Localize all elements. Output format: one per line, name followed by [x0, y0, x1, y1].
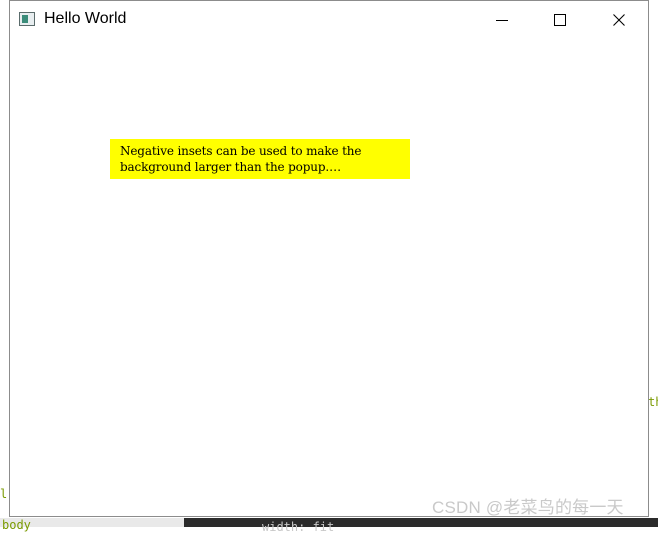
popup-text-line-2: background larger than the popup.…: [120, 160, 341, 174]
app-window: Hello World Negative insets can be used …: [9, 0, 649, 517]
background-code-fragment: width: fit: [262, 520, 335, 534]
background-code-fragment: th: [648, 395, 658, 409]
background-code-fragment: l: [0, 487, 8, 501]
watermark-text: CSDN @老菜鸟的每一天: [432, 498, 624, 517]
desktop-background-right: [650, 0, 658, 527]
title-bar[interactable]: Hello World: [10, 1, 648, 38]
maximize-icon: [554, 13, 566, 26]
popup-tooltip: Negative insets can be used to make the …: [110, 139, 410, 179]
background-code-fragment: body: [2, 518, 31, 532]
app-window-icon[interactable]: [19, 12, 35, 26]
window-client-area: Negative insets can be used to make the …: [10, 38, 648, 516]
desktop-background-left: [0, 0, 9, 527]
close-icon: [613, 13, 625, 26]
minimize-button[interactable]: [473, 1, 531, 38]
popup-text-line-1: Negative insets can be used to make the: [120, 144, 362, 158]
minimize-icon: [496, 19, 508, 21]
window-title: Hello World: [44, 10, 127, 27]
desktop-background-bottom-dark: [184, 518, 658, 527]
close-button[interactable]: [590, 1, 648, 38]
maximize-button[interactable]: [531, 1, 589, 38]
